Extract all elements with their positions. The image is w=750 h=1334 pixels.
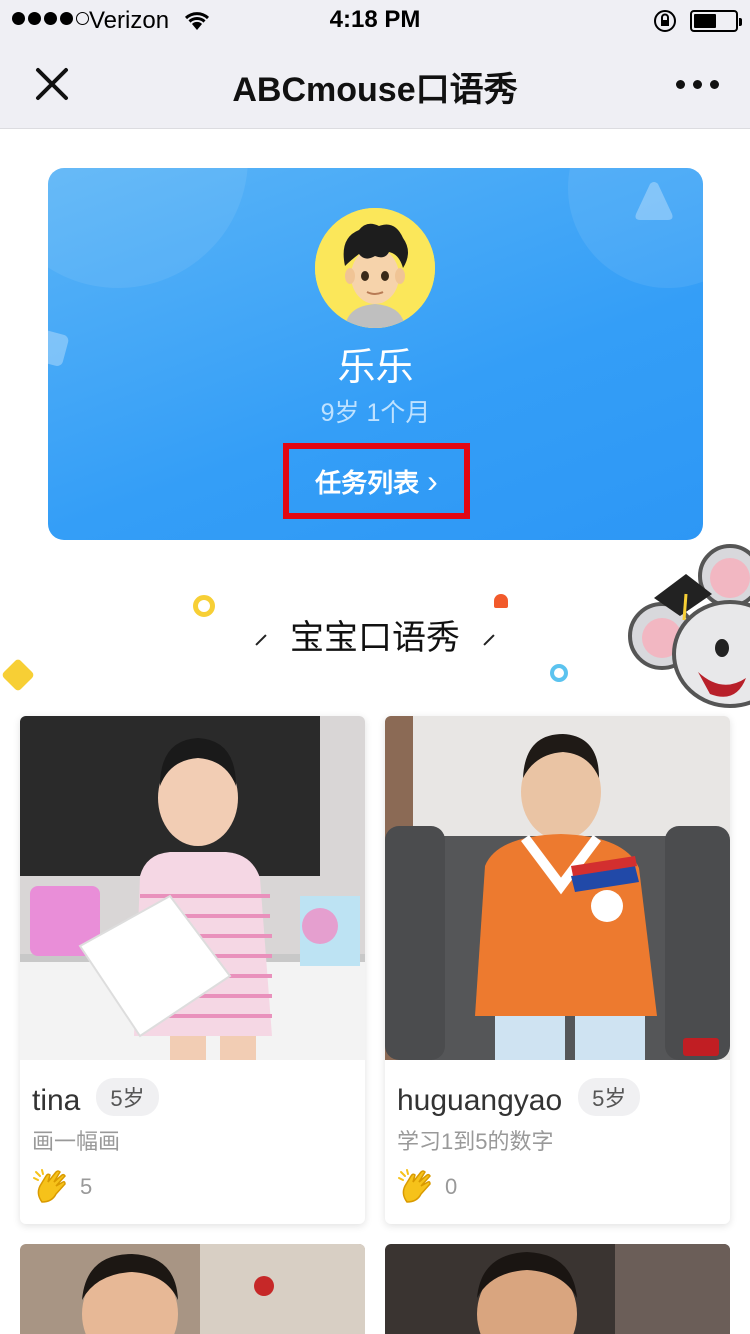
show-card[interactable]: tina 5岁 画一幅画 5 <box>20 716 365 1224</box>
child-name: tina 5岁 <box>32 1078 159 1118</box>
clap-count: 0 <box>445 1174 458 1199</box>
clap-icon <box>33 1169 66 1203</box>
chevron-right-icon: › <box>427 463 438 499</box>
child-name: huguangyao 5岁 <box>397 1078 641 1118</box>
task-list-button[interactable]: 任务列表 › <box>283 443 470 519</box>
task-list-label: 任务列表 <box>315 467 420 498</box>
profile-age: 9岁 1个月 <box>320 399 431 427</box>
video-thumbnail[interactable] <box>385 1244 730 1334</box>
video-thumbnail[interactable] <box>20 1244 365 1334</box>
clap-icon <box>398 1169 431 1203</box>
section-title: 宝宝口语秀 <box>0 610 750 659</box>
page-title: ABCmouse口语秀 <box>232 71 518 109</box>
ring-decoration <box>550 664 568 682</box>
lock-icon <box>654 10 676 32</box>
status-bar: Verizon 4:18 PM <box>0 0 750 40</box>
profile-name: 乐乐 <box>337 347 414 389</box>
clap-count: 5 <box>80 1174 93 1199</box>
drop-decoration <box>494 594 508 608</box>
more-icon[interactable] <box>676 80 719 89</box>
nav-bar: ABCmouse口语秀 <box>0 40 750 129</box>
show-card[interactable]: huguangyao 5岁 学习1到5的数字 0 <box>385 716 730 1224</box>
battery-icon <box>690 10 742 32</box>
triangle-decoration <box>635 182 673 220</box>
child-name-text: huguangyao <box>397 1084 563 1117</box>
diamond-decoration <box>1 658 35 692</box>
clap-counter[interactable]: 0 <box>397 1168 457 1206</box>
profile-card: 乐乐 9岁 1个月 任务列表 › <box>48 168 703 540</box>
show-description: 学习1到5的数字 <box>397 1129 554 1154</box>
show-description: 画一幅画 <box>32 1129 121 1154</box>
video-thumbnail[interactable] <box>385 716 730 1060</box>
avatar <box>315 208 435 328</box>
video-thumbnail[interactable] <box>20 716 365 1060</box>
clock: 4:18 PM <box>329 6 421 33</box>
section-title-text: 宝宝口语秀 <box>290 619 460 657</box>
age-badge: 5岁 <box>96 1078 159 1116</box>
clap-counter[interactable]: 5 <box>32 1168 92 1206</box>
child-name-text: tina <box>32 1084 81 1117</box>
age-badge: 5岁 <box>578 1078 641 1116</box>
